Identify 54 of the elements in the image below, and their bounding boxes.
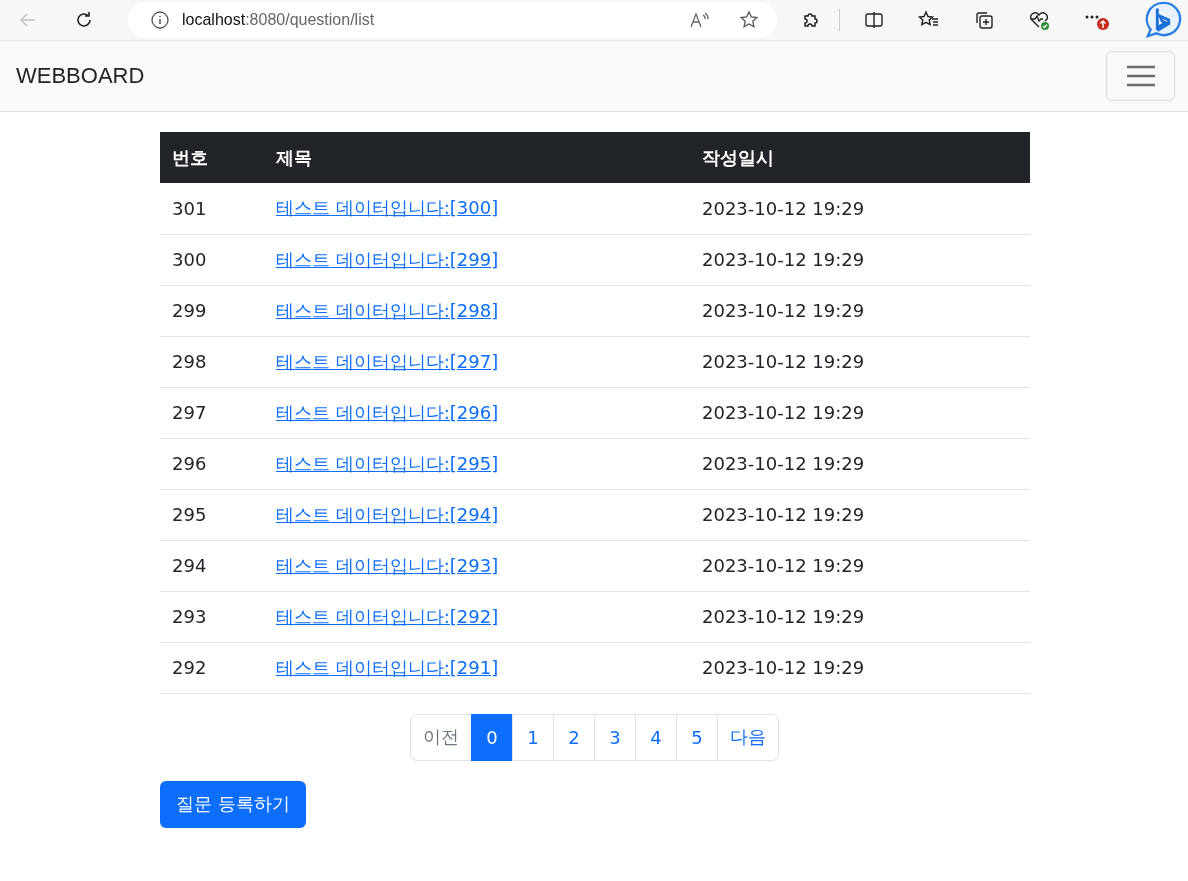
number-cell: 296 (172, 453, 207, 474)
address-bar[interactable]: localhost:8080/question/list (128, 2, 778, 38)
collections-icon[interactable] (974, 10, 994, 30)
star-icon[interactable] (739, 10, 760, 30)
menu-toggle-button[interactable] (1106, 51, 1175, 101)
column-header: 제목 (276, 146, 312, 168)
number-cell: 299 (172, 300, 207, 321)
number-cell: 297 (172, 402, 207, 423)
date-cell: 2023-10-12 19:29 (702, 300, 865, 321)
date-cell: 2023-10-12 19:29 (702, 606, 865, 627)
page-link[interactable]: 4 (635, 713, 677, 761)
column-header: 작성일시 (702, 146, 774, 168)
question-link[interactable]: 테스트 데이터입니다:[297] (276, 350, 499, 372)
number-cell: 301 (172, 197, 207, 219)
number-cell: 300 (172, 249, 207, 270)
brand-link[interactable]: WEBBOARD (16, 63, 145, 89)
question-link[interactable]: 테스트 데이터입니다:[298] (276, 299, 499, 321)
page-link[interactable]: 3 (594, 713, 636, 761)
create-question-button[interactable]: 질문 등록하기 (160, 780, 306, 828)
date-cell: 2023-10-12 19:29 (702, 504, 865, 525)
number-cell: 298 (172, 351, 207, 372)
date-cell: 2023-10-12 19:29 (702, 453, 865, 474)
date-cell: 2023-10-12 19:29 (702, 657, 865, 678)
question-link[interactable]: 테스트 데이터입니다:[292] (276, 605, 499, 627)
number-cell: 293 (172, 606, 207, 627)
date-cell: 2023-10-12 19:29 (702, 402, 865, 423)
question-link[interactable]: 테스트 데이터입니다:[291] (276, 656, 499, 678)
url-text: localhost:8080/question/list (182, 11, 375, 29)
chat-logo-icon[interactable] (1144, 1, 1182, 39)
date-cell: 2023-10-12 19:29 (702, 197, 865, 219)
number-cell: 292 (172, 657, 207, 678)
read-aloud-icon[interactable] (689, 10, 712, 30)
page-link[interactable]: 5 (676, 713, 718, 761)
page-link[interactable]: 0 (471, 713, 513, 761)
split-screen-icon[interactable] (864, 10, 884, 30)
info-icon[interactable] (150, 10, 170, 30)
date-cell: 2023-10-12 19:29 (702, 351, 865, 372)
menu-icon (1125, 64, 1156, 88)
reload-icon[interactable] (74, 10, 94, 30)
number-cell: 295 (172, 504, 207, 525)
page-link[interactable]: 2 (553, 713, 595, 761)
question-link[interactable]: 테스트 데이터입니다:[300] (276, 197, 499, 219)
page-link[interactable]: 다음 (717, 713, 779, 761)
date-cell: 2023-10-12 19:29 (702, 249, 865, 270)
question-link[interactable]: 테스트 데이터입니다:[299] (276, 248, 499, 270)
column-header: 번호 (172, 146, 208, 168)
page-link[interactable]: 1 (512, 713, 554, 761)
question-link[interactable]: 테스트 데이터입니다:[295] (276, 452, 499, 474)
health-heart-icon[interactable] (1028, 9, 1050, 31)
question-link[interactable]: 테스트 데이터입니다:[296] (276, 401, 499, 423)
date-cell: 2023-10-12 19:29 (702, 555, 865, 576)
number-cell: 294 (172, 555, 207, 576)
question-link[interactable]: 테스트 데이터입니다:[293] (276, 554, 499, 576)
question-link[interactable]: 테스트 데이터입니다:[294] (276, 503, 499, 525)
